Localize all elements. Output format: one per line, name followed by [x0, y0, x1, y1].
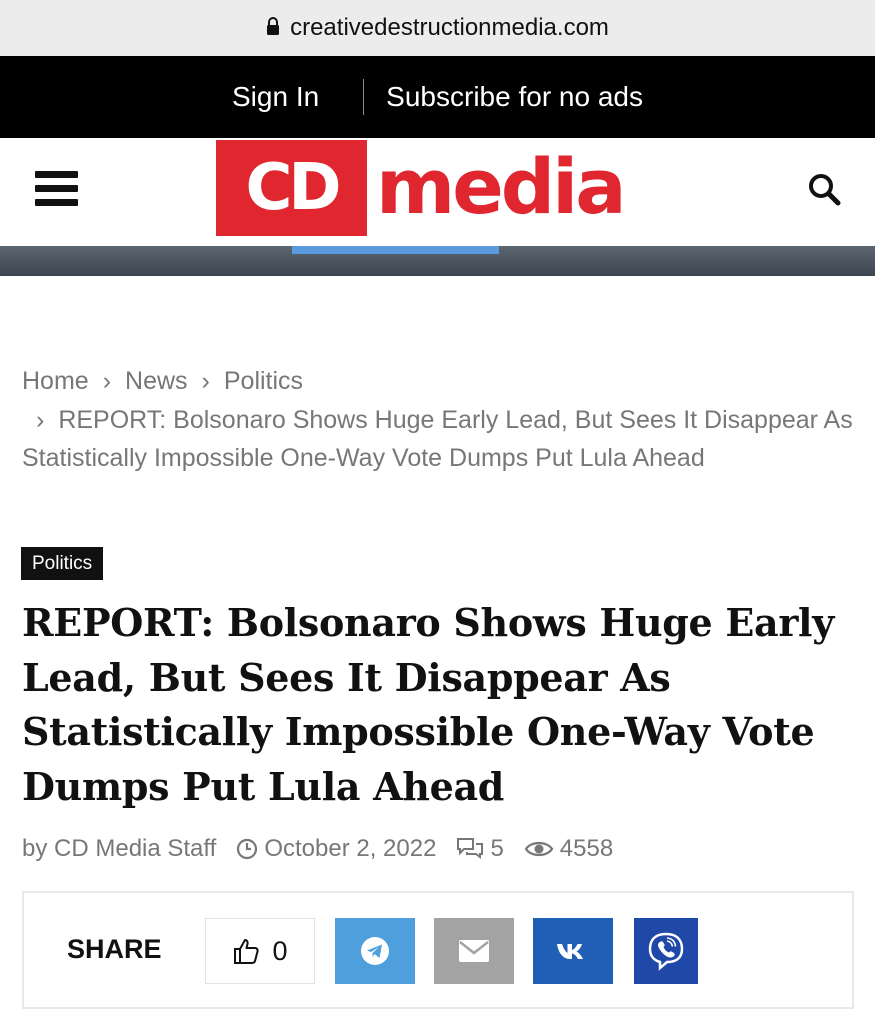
sign-in-link[interactable]: Sign In [232, 81, 319, 113]
breadcrumb-current: REPORT: Bolsonaro Shows Huge Early Lead,… [22, 405, 853, 473]
breadcrumb-home[interactable]: Home [22, 367, 89, 395]
eye-icon [524, 841, 554, 857]
email-icon [459, 940, 489, 962]
search-icon[interactable] [807, 172, 841, 206]
like-button[interactable]: 0 [205, 918, 315, 984]
telegram-icon [361, 937, 389, 965]
vk-icon [557, 944, 583, 959]
chevron-right-icon: › [36, 405, 45, 434]
site-header: CD media [0, 138, 875, 246]
url-text: creativedestructionmedia.com [290, 14, 609, 41]
telegram-share-button[interactable] [335, 918, 415, 984]
address-bar[interactable]: creativedestructionmedia.com [0, 0, 875, 56]
clock-icon [237, 838, 258, 860]
author[interactable]: by CD Media Staff [22, 835, 216, 863]
account-bar: Sign In Subscribe for no ads [0, 56, 875, 138]
divider [363, 79, 365, 115]
logo-word: media [376, 142, 626, 231]
view-count-text: 4558 [559, 835, 614, 862]
like-count: 0 [272, 935, 288, 966]
breadcrumb: Home › News › Politics › REPORT: Bolsonaro Sho… [22, 362, 862, 478]
vk-share-button[interactable] [533, 918, 613, 984]
chevron-right-icon: › [201, 367, 210, 395]
nav-strip [0, 246, 875, 276]
date-text: October 2, 2022 [264, 835, 437, 862]
article-title: REPORT: Bolsonaro Shows Huge Early Lead,… [22, 600, 834, 809]
active-nav-indicator [292, 246, 499, 254]
article-meta: by CD Media Staff October 2, 2022 5 4558 [22, 832, 633, 866]
comment-count-text: 5 [490, 835, 504, 862]
comments-icon [457, 838, 484, 859]
logo-cd-text: CD [245, 151, 341, 225]
hamburger-icon[interactable] [35, 171, 78, 207]
viber-icon [648, 932, 684, 971]
view-count: 4558 [524, 835, 613, 863]
site-logo[interactable]: CD media [216, 140, 666, 236]
comment-count[interactable]: 5 [456, 835, 504, 863]
lock-icon [266, 16, 280, 40]
breadcrumb-politics[interactable]: Politics [224, 367, 303, 395]
breadcrumb-news[interactable]: News [125, 367, 188, 395]
share-label: SHARE [67, 934, 162, 964]
thumbs-up-icon [234, 939, 260, 964]
email-share-button[interactable] [434, 918, 514, 984]
share-bar: SHARE 0 [22, 891, 854, 1009]
chevron-right-icon: › [102, 367, 112, 395]
subscribe-link[interactable]: Subscribe for no ads [386, 81, 643, 113]
category-badge[interactable]: Politics [21, 547, 104, 580]
publish-date: October 2, 2022 [236, 835, 436, 863]
viber-share-button[interactable] [634, 918, 698, 984]
